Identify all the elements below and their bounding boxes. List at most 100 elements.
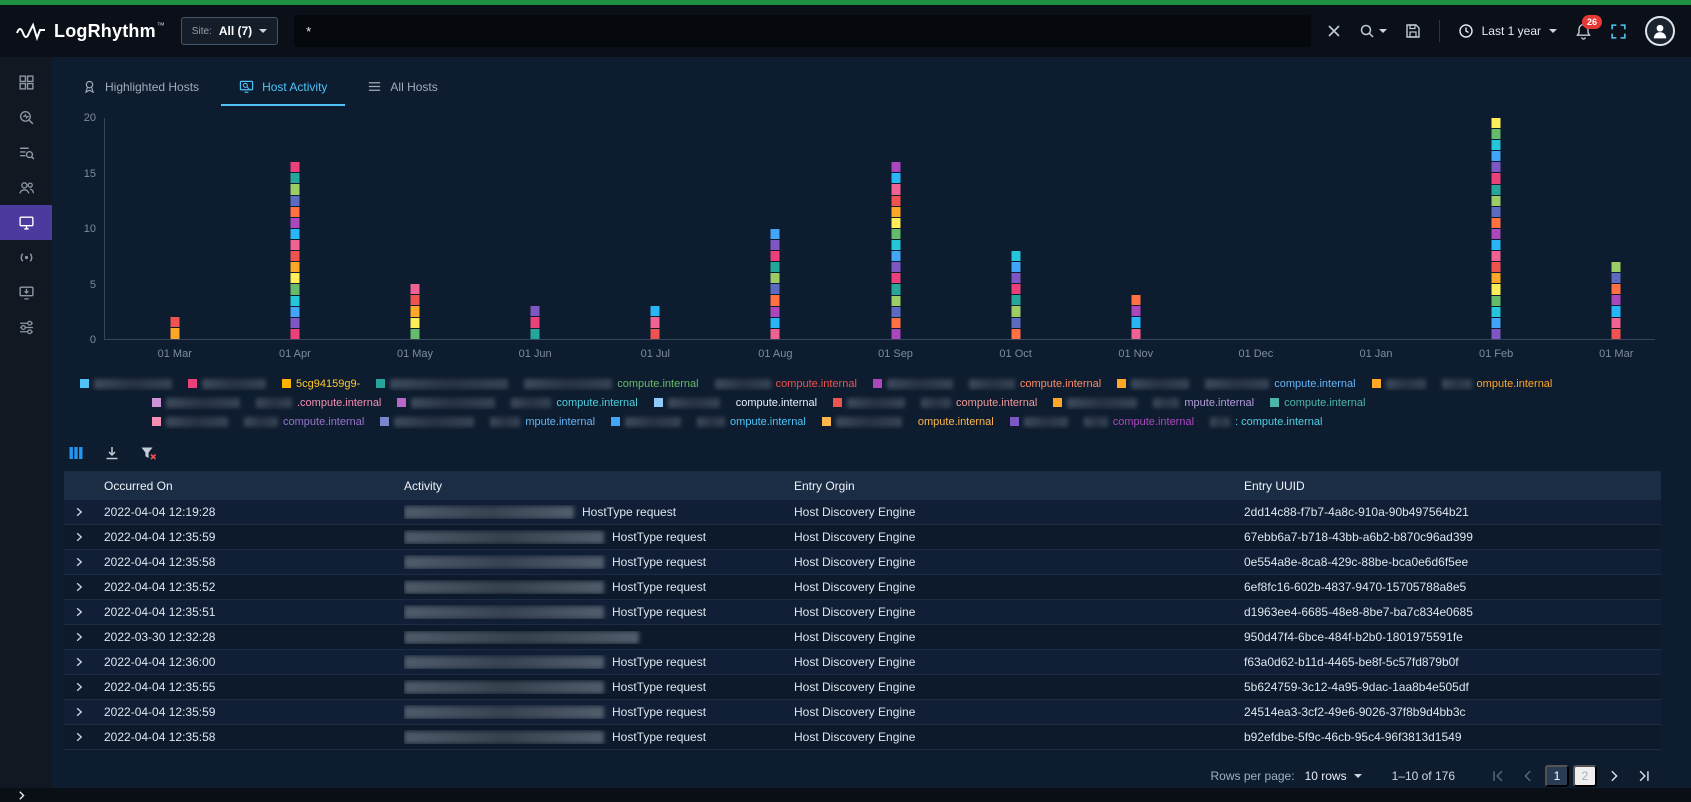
- prev-page-button[interactable]: [1515, 764, 1541, 788]
- legend-item[interactable]: ompute.internal: [697, 416, 806, 428]
- legend-item[interactable]: compute.internal: [1084, 416, 1194, 428]
- stacked-bar[interactable]: [1612, 262, 1621, 339]
- tab-highlighted-hosts[interactable]: Highlighted Hosts: [64, 71, 217, 106]
- stacked-bar[interactable]: [411, 284, 420, 339]
- legend-item[interactable]: [1117, 379, 1189, 389]
- legend-item[interactable]: 5cg94159g9-: [282, 378, 360, 390]
- sidebar-item-network[interactable]: [0, 240, 52, 275]
- clear-search-button[interactable]: [1327, 24, 1341, 38]
- stacked-bar[interactable]: [651, 306, 660, 339]
- legend-item[interactable]: [611, 417, 681, 427]
- legend-item[interactable]: [1372, 379, 1426, 389]
- sidebar-item-hosts[interactable]: [0, 205, 52, 240]
- legend-item[interactable]: [397, 398, 495, 408]
- legend-item[interactable]: [152, 417, 228, 427]
- next-page-button[interactable]: [1601, 764, 1627, 788]
- legend-item[interactable]: : compute.internal: [1210, 416, 1322, 428]
- table-row[interactable]: 2022-04-04 12:35:58HostType requestHost …: [64, 725, 1661, 750]
- row-expand-button[interactable]: [64, 556, 104, 568]
- search-input[interactable]: *: [294, 15, 1310, 47]
- stacked-bar[interactable]: [1492, 118, 1501, 339]
- notifications-button[interactable]: 26: [1575, 23, 1592, 40]
- sidebar-item-dashboard[interactable]: [0, 65, 52, 100]
- legend-item[interactable]: [654, 398, 720, 408]
- legend-item[interactable]: [1010, 417, 1068, 427]
- stacked-bar[interactable]: [290, 162, 299, 339]
- legend-item[interactable]: compute.internal: [244, 416, 364, 428]
- stacked-bar[interactable]: [771, 229, 780, 340]
- column-header[interactable]: Occurred On: [104, 479, 404, 493]
- row-expand-button[interactable]: [64, 531, 104, 543]
- sidebar-item-deployment[interactable]: [0, 275, 52, 310]
- legend-item[interactable]: compute.internal: [1205, 378, 1355, 390]
- legend-item[interactable]: compute.internal: [921, 397, 1037, 409]
- row-expand-button[interactable]: [64, 506, 104, 518]
- legend-item[interactable]: compute.internal: [524, 378, 698, 390]
- stacked-bar[interactable]: [1011, 251, 1020, 339]
- stacked-bar[interactable]: [170, 317, 179, 339]
- legend-item[interactable]: [80, 379, 172, 389]
- expand-sidebar-button[interactable]: [16, 790, 27, 801]
- stacked-bar[interactable]: [891, 162, 900, 339]
- column-header[interactable]: Entry Orgin: [794, 479, 1244, 493]
- row-expand-button[interactable]: [64, 656, 104, 668]
- legend-item[interactable]: [152, 398, 240, 408]
- table-row[interactable]: 2022-03-30 12:32:28Host Discovery Engine…: [64, 625, 1661, 650]
- stacked-bar[interactable]: [1131, 295, 1140, 339]
- row-expand-button[interactable]: [64, 681, 104, 693]
- legend-item[interactable]: [376, 379, 508, 389]
- first-page-button[interactable]: [1485, 764, 1511, 788]
- row-expand-button[interactable]: [64, 581, 104, 593]
- table-row[interactable]: 2022-04-04 12:35:59HostType requestHost …: [64, 525, 1661, 550]
- download-button[interactable]: [104, 445, 120, 461]
- last-page-button[interactable]: [1631, 764, 1657, 788]
- sidebar-item-settings[interactable]: [0, 310, 52, 345]
- table-row[interactable]: 2022-04-04 12:35:51HostType requestHost …: [64, 600, 1661, 625]
- tab-all-hosts[interactable]: All Hosts: [349, 71, 455, 106]
- legend-item[interactable]: ompute.internal: [1442, 378, 1553, 390]
- sidebar-item-analyze[interactable]: [0, 100, 52, 135]
- legend-item[interactable]: [873, 379, 953, 389]
- sidebar-item-search[interactable]: [0, 135, 52, 170]
- legend-item[interactable]: [188, 379, 266, 389]
- legend-item[interactable]: .compute.internal: [256, 397, 381, 409]
- legend-item[interactable]: [380, 417, 474, 427]
- legend-item[interactable]: [833, 398, 905, 408]
- legend-item[interactable]: mpute.internal: [1153, 397, 1254, 409]
- fullscreen-button[interactable]: [1610, 23, 1627, 40]
- time-range-selector[interactable]: Last 1 year: [1458, 23, 1557, 39]
- column-settings-button[interactable]: [68, 445, 84, 461]
- legend-item[interactable]: compute.internal: [1270, 397, 1365, 409]
- legend-item[interactable]: compute.internal: [511, 397, 637, 409]
- legend-item[interactable]: mpute.internal: [490, 416, 595, 428]
- table-row[interactable]: 2022-04-04 12:19:28HostType requestHost …: [64, 500, 1661, 525]
- page-button[interactable]: 1: [1545, 765, 1569, 787]
- save-search-button[interactable]: [1405, 23, 1421, 39]
- rows-per-page-select[interactable]: 10 rows: [1305, 769, 1362, 783]
- clear-filters-button[interactable]: [140, 445, 157, 461]
- row-expand-button[interactable]: [64, 606, 104, 618]
- legend-item[interactable]: compute.internal: [715, 378, 857, 390]
- tab-host-activity[interactable]: Host Activity: [221, 71, 345, 106]
- legend-item[interactable]: [822, 417, 902, 427]
- column-header[interactable]: Entry UUID: [1244, 479, 1661, 493]
- stacked-bar[interactable]: [531, 306, 540, 339]
- sidebar-item-users[interactable]: [0, 170, 52, 205]
- table-row[interactable]: 2022-04-04 12:35:52HostType requestHost …: [64, 575, 1661, 600]
- legend-item[interactable]: compute.internal: [736, 397, 817, 409]
- logrhythm-logo[interactable]: LogRhythm™: [16, 21, 165, 42]
- table-row[interactable]: 2022-04-04 12:35:55HostType requestHost …: [64, 675, 1661, 700]
- site-selector[interactable]: Site: All (7): [181, 17, 278, 45]
- legend-item[interactable]: [1053, 398, 1137, 408]
- search-options-button[interactable]: [1359, 23, 1387, 39]
- table-row[interactable]: 2022-04-04 12:35:59HostType requestHost …: [64, 700, 1661, 725]
- table-row[interactable]: 2022-04-04 12:35:58HostType requestHost …: [64, 550, 1661, 575]
- row-expand-button[interactable]: [64, 731, 104, 743]
- legend-item[interactable]: ompute.internal: [918, 416, 994, 428]
- legend-item[interactable]: compute.internal: [969, 378, 1101, 390]
- user-avatar[interactable]: [1645, 16, 1675, 46]
- table-row[interactable]: 2022-04-04 12:36:00HostType requestHost …: [64, 650, 1661, 675]
- column-header[interactable]: Activity: [404, 479, 794, 493]
- row-expand-button[interactable]: [64, 631, 104, 643]
- row-expand-button[interactable]: [64, 706, 104, 718]
